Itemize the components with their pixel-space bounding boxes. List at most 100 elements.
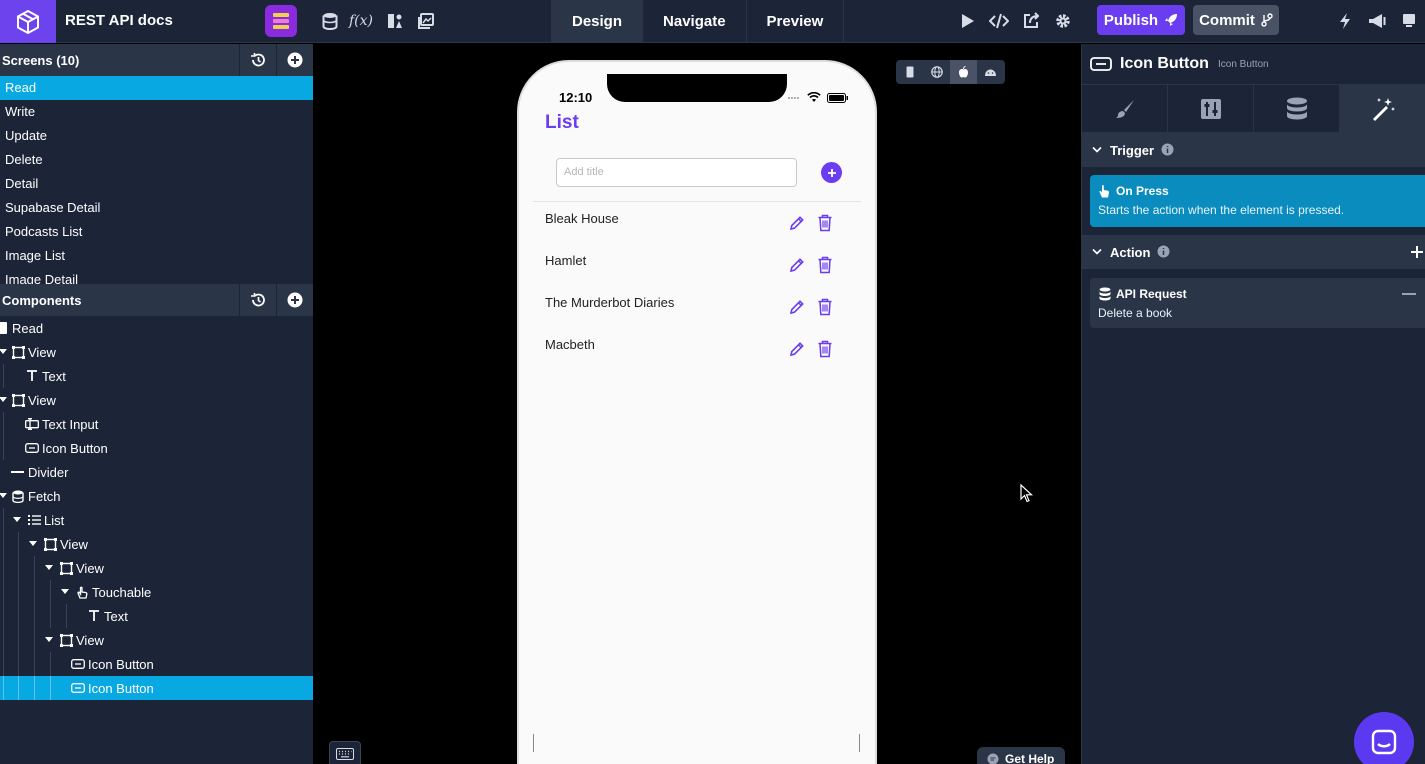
caret-down-icon[interactable]	[13, 516, 21, 524]
settings-gear-icon[interactable]	[1052, 10, 1074, 32]
trigger-section-header[interactable]: Trigger	[1082, 133, 1425, 167]
tree-guide	[3, 556, 4, 580]
trash-icon[interactable]	[817, 214, 833, 232]
draftbit-logo[interactable]	[0, 0, 56, 43]
add-component-button[interactable]	[276, 284, 313, 316]
tree-guide	[18, 652, 19, 676]
list-item[interactable]: Macbeth	[519, 331, 875, 373]
tree-item-view[interactable]: View	[0, 556, 313, 580]
tree-item-icon-button[interactable]: Icon Button	[0, 436, 313, 460]
caret-down-icon[interactable]	[0, 348, 7, 356]
screen-item-image-detail[interactable]: Image Detail	[0, 268, 313, 284]
on-press-trigger-card[interactable]: On Press Starts the action when the elem…	[1090, 175, 1425, 227]
get-help-button[interactable]: Get Help	[977, 747, 1065, 764]
project-icon[interactable]	[265, 5, 297, 37]
tree-item-text[interactable]: Text	[0, 364, 313, 388]
tree-item-text-input[interactable]: Text Input	[0, 412, 313, 436]
remove-action-icon[interactable]	[1402, 292, 1416, 296]
screen-item-update[interactable]: Update	[0, 124, 313, 148]
tab-preview[interactable]: Preview	[745, 0, 845, 43]
list-item[interactable]: The Murderbot Diaries	[519, 289, 875, 331]
screen-item-podcasts-list[interactable]: Podcasts List	[0, 220, 313, 244]
tab-style[interactable]	[1082, 85, 1168, 133]
trigger-header-label: Trigger	[1110, 142, 1155, 158]
screen-icon	[0, 321, 10, 335]
pencil-icon[interactable]	[789, 257, 805, 273]
tab-navigate[interactable]: Navigate	[642, 0, 746, 43]
trash-icon[interactable]	[817, 340, 833, 358]
tree-item-touchable[interactable]: Touchable	[0, 580, 313, 604]
screens-history-button[interactable]	[239, 44, 276, 76]
publish-button[interactable]: Publish	[1097, 5, 1185, 35]
info-icon[interactable]	[1157, 245, 1170, 258]
caret-down-icon[interactable]	[61, 588, 69, 596]
display-icon[interactable]	[1398, 10, 1420, 32]
android-icon[interactable]	[977, 60, 1004, 84]
selected-component-title: Icon Button	[1120, 55, 1209, 72]
tree-item-view[interactable]: View	[0, 340, 313, 364]
caret-down-icon[interactable]	[0, 396, 7, 404]
screen-item-read[interactable]: Read	[0, 76, 313, 100]
pencil-icon[interactable]	[789, 341, 805, 357]
database-icon[interactable]	[319, 10, 341, 32]
component-tree: Read View Text View Text Input Icon Butt…	[0, 316, 313, 700]
function-icon[interactable]: f(x)	[349, 10, 373, 32]
info-icon[interactable]	[1161, 143, 1174, 156]
api-request-action-card[interactable]: API Request Delete a book	[1090, 278, 1425, 328]
caret-down-icon[interactable]	[45, 564, 53, 572]
screen-item-detail[interactable]: Detail	[0, 172, 313, 196]
tree-item-icon-button[interactable]: Icon Button	[0, 652, 313, 676]
tree-item-view[interactable]: View	[0, 628, 313, 652]
list-item[interactable]: Hamlet	[519, 247, 875, 289]
tree-item-divider[interactable]: Divider	[0, 460, 313, 484]
caret-down-icon[interactable]	[29, 540, 37, 548]
assets-icon[interactable]	[384, 10, 406, 32]
screen-item-delete[interactable]: Delete	[0, 148, 313, 172]
commit-button[interactable]: Commit	[1193, 5, 1279, 35]
tab-data[interactable]	[1254, 85, 1340, 133]
action-section-header[interactable]: Action	[1082, 235, 1425, 269]
trash-icon[interactable]	[817, 298, 833, 316]
tree-guide	[34, 580, 35, 604]
lightning-icon[interactable]	[1334, 10, 1356, 32]
chevron-down-icon	[1092, 146, 1102, 153]
chat-bubble-icon	[987, 753, 999, 764]
screen-item-image-list[interactable]: Image List	[0, 244, 313, 268]
tree-item-list[interactable]: List	[0, 508, 313, 532]
design-canvas[interactable]: 12:10 List Add title Bleak House Hamlet	[313, 44, 1081, 764]
support-chat-button[interactable]	[1354, 712, 1414, 764]
caret-down-icon[interactable]	[45, 636, 53, 644]
screen-item-write[interactable]: Write	[0, 100, 313, 124]
add-book-button[interactable]	[821, 162, 842, 183]
caret-down-icon[interactable]	[0, 492, 7, 500]
tree-guide	[3, 604, 4, 628]
add-title-input[interactable]: Add title	[556, 158, 797, 187]
add-screen-button[interactable]	[276, 44, 313, 76]
device-icon[interactable]	[896, 60, 923, 84]
add-action-icon[interactable]	[1410, 245, 1424, 259]
tab-interactions[interactable]	[1340, 85, 1425, 133]
screen-item-supabase-detail[interactable]: Supabase Detail	[0, 196, 313, 220]
globe-icon[interactable]	[923, 60, 950, 84]
tab-config[interactable]	[1168, 85, 1254, 133]
tree-item-read[interactable]: Read	[0, 316, 313, 340]
trash-icon[interactable]	[817, 256, 833, 274]
share-icon[interactable]	[1020, 10, 1042, 32]
pencil-icon[interactable]	[789, 215, 805, 231]
code-icon[interactable]	[988, 10, 1010, 32]
tree-item-view[interactable]: View	[0, 388, 313, 412]
list-item[interactable]: Bleak House	[519, 205, 875, 247]
apple-icon[interactable]	[950, 60, 977, 84]
media-icon[interactable]	[415, 10, 437, 32]
play-icon[interactable]	[956, 10, 978, 32]
components-history-button[interactable]	[239, 284, 276, 316]
pencil-icon[interactable]	[789, 299, 805, 315]
tree-item-view[interactable]: View	[0, 532, 313, 556]
tree-item-text[interactable]: Text	[0, 604, 313, 628]
tree-item-icon-button-selected[interactable]: Icon Button	[0, 676, 313, 700]
tree-item-fetch[interactable]: Fetch	[0, 484, 313, 508]
icon-button-icon	[25, 441, 39, 455]
megaphone-icon[interactable]	[1366, 10, 1388, 32]
keyboard-shortcuts-button[interactable]	[329, 741, 361, 764]
tab-design[interactable]: Design	[551, 0, 643, 43]
